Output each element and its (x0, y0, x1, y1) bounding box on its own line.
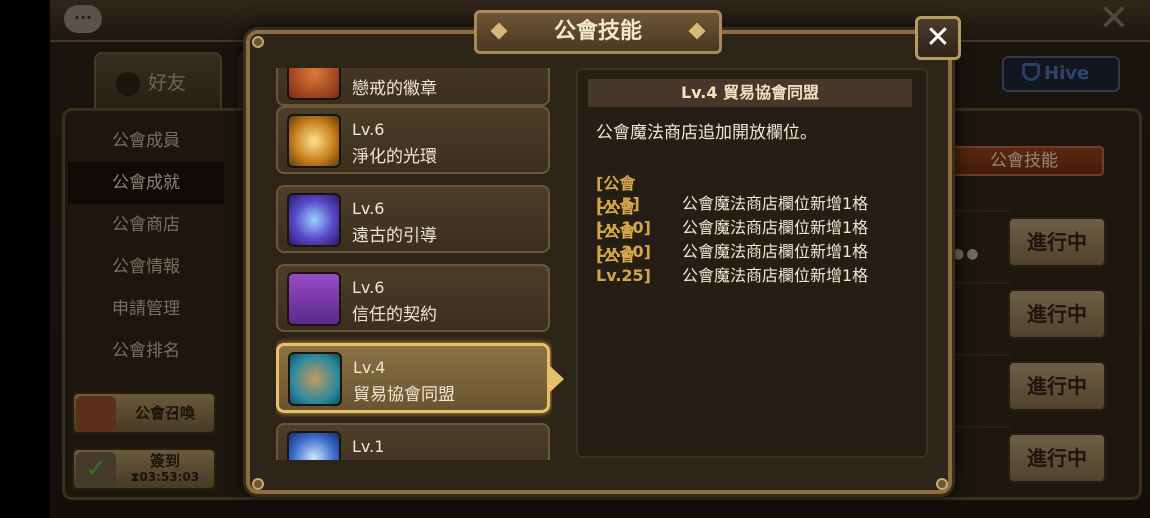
skill-level: Lv.6 (352, 278, 385, 297)
skill-detail-title: Lv.4 貿易協會同盟 (588, 79, 912, 107)
skill-level: Lv.1 (352, 437, 385, 456)
skill-level: Lv.4 (353, 358, 386, 377)
skill-name: 戀戒的徽章 (352, 79, 437, 99)
frame-rivet-icon (252, 478, 264, 490)
selection-arrow-icon (550, 366, 564, 392)
level-bonus-line: [公會 Lv.25] 公會魔法商店欄位新增1格 (596, 242, 868, 286)
skill-level: Lv.6 (352, 120, 385, 139)
trade-box-icon (288, 352, 342, 406)
dialog-title: 公會技能 (553, 19, 642, 44)
skill-name: 貿易協會同盟 (353, 385, 455, 405)
skill-card[interactable]: Lv.6 遠古的引導 (276, 185, 550, 253)
skill-card[interactable]: Lv.1 (276, 423, 550, 460)
badge-icon (287, 68, 341, 100)
skill-card[interactable]: Lv.6 淨化的光環 (276, 106, 550, 174)
bonus-text: 公會魔法商店欄位新增1格 (682, 266, 869, 285)
contract-icon (287, 272, 341, 326)
ancient-rune-icon (287, 193, 341, 247)
close-button[interactable]: ✕ (915, 16, 961, 60)
dialog-title-plate: 公會技能 (474, 10, 722, 54)
skill-card[interactable]: Lv.6 信任的契約 (276, 264, 550, 332)
skill-card[interactable]: 戀戒的徽章 (276, 68, 550, 106)
skill-level: Lv.6 (352, 199, 385, 218)
skill-name: 淨化的光環 (352, 147, 437, 167)
skill-list[interactable]: 戀戒的徽章 Lv.6 淨化的光環 Lv.6 遠古的引導 Lv.6 信任的契約 L… (276, 68, 552, 460)
halo-icon (287, 114, 341, 168)
skill-name: 信任的契約 (352, 305, 437, 325)
diamond-ornament-icon (490, 22, 508, 40)
crystal-icon (287, 431, 341, 460)
skill-name: 遠古的引導 (352, 226, 437, 246)
diamond-ornament-icon (688, 22, 706, 40)
frame-rivet-icon (252, 36, 264, 48)
frame-rivet-icon (936, 478, 948, 490)
bonus-level-tag: [公會 Lv.25] (596, 246, 651, 285)
skill-detail-description: 公會魔法商店追加開放欄位。 (596, 123, 817, 143)
skill-card-selected[interactable]: Lv.4 貿易協會同盟 (276, 343, 550, 413)
close-icon: ✕ (925, 20, 951, 55)
